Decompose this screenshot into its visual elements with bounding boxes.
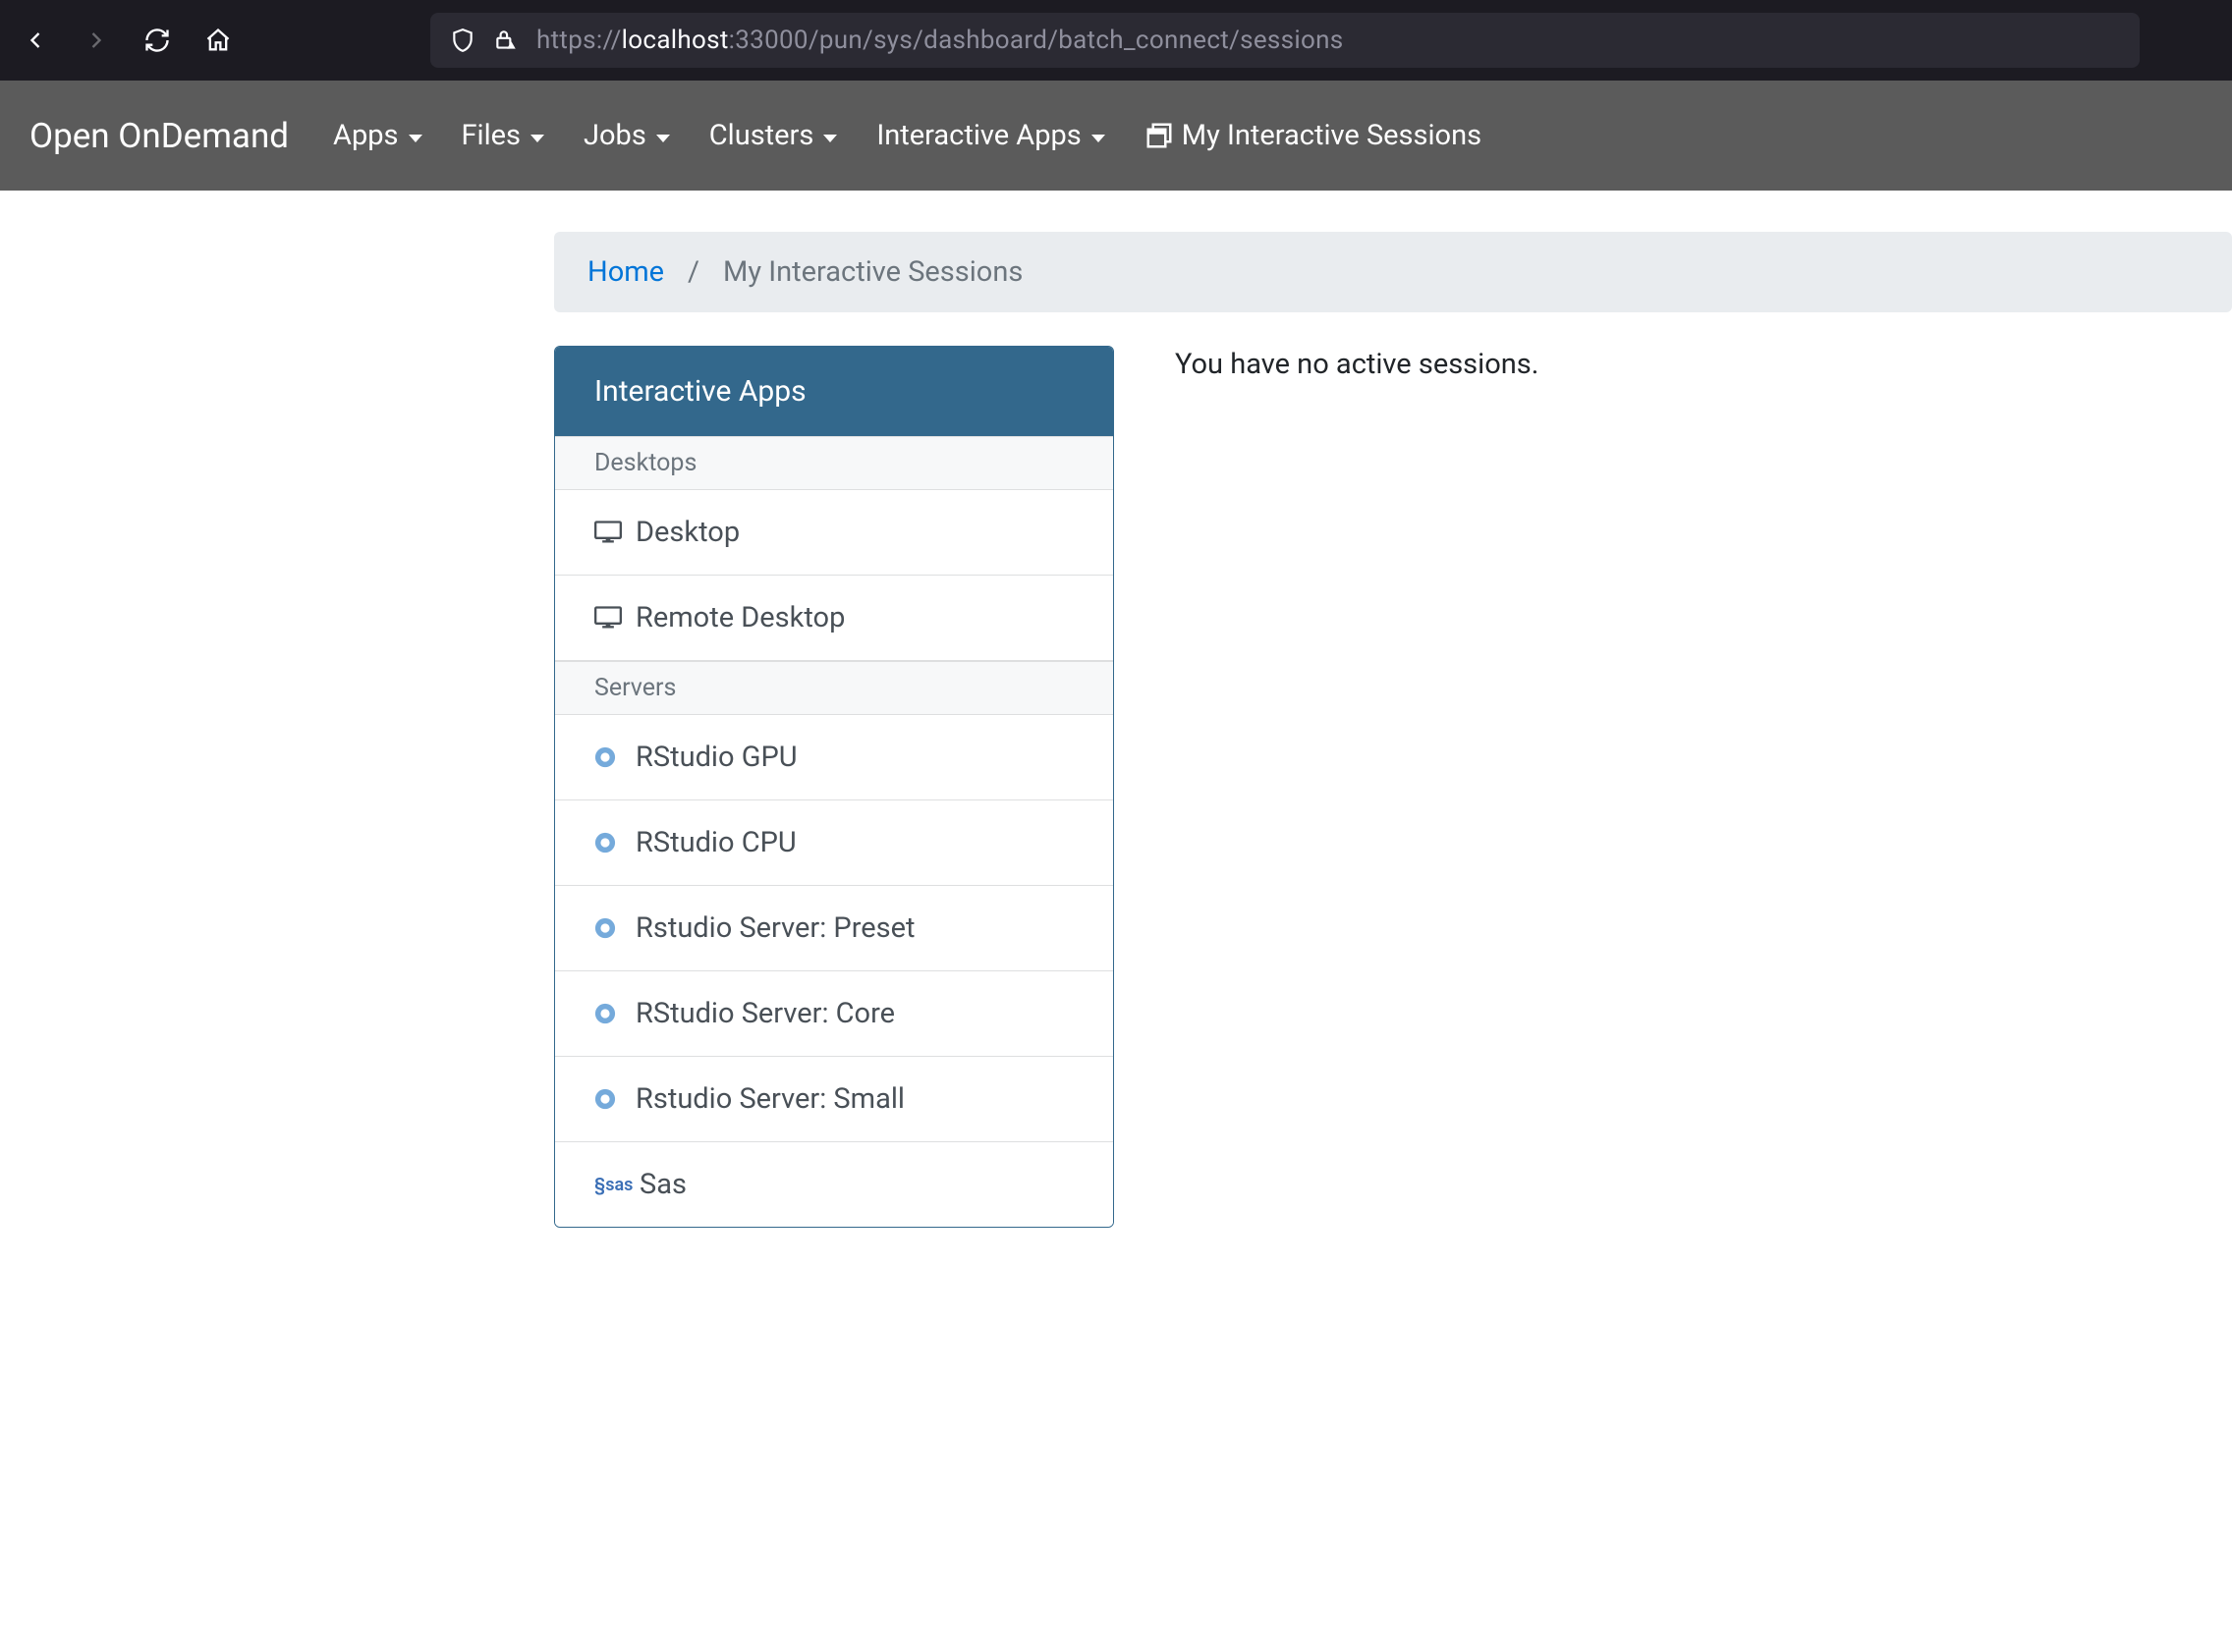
nav-my-sessions-label: My Interactive Sessions xyxy=(1182,119,1481,152)
sidebar-item-label: Remote Desktop xyxy=(636,601,845,634)
sidebar-item-label: RStudio GPU xyxy=(636,741,798,774)
sessions-area: You have no active sessions. xyxy=(1175,346,2232,1228)
lock-warning-icon xyxy=(493,28,519,53)
sidebar-item-rstudio-small[interactable]: Rstudio Server: Small xyxy=(555,1057,1113,1142)
shield-icon xyxy=(450,28,475,53)
desktop-icon xyxy=(594,521,624,544)
forward-icon[interactable] xyxy=(81,25,112,56)
app-navbar: Open OnDemand Apps Files Jobs Clusters I… xyxy=(0,81,2232,191)
nav-files[interactable]: Files xyxy=(462,119,544,152)
sidebar-item-label: Rstudio Server: Small xyxy=(636,1082,905,1116)
breadcrumb-current: My Interactive Sessions xyxy=(723,255,1023,289)
nav-jobs-label: Jobs xyxy=(584,119,646,152)
panel-header: Interactive Apps xyxy=(555,347,1113,436)
rstudio-icon xyxy=(594,832,624,854)
group-desktops: Desktops xyxy=(555,436,1113,490)
content: Home / My Interactive Sessions Interacti… xyxy=(0,191,2232,1228)
url-host: localhost xyxy=(622,26,729,55)
sas-icon: §sas xyxy=(594,1175,628,1195)
url-bar[interactable]: https://localhost:33000/pun/sys/dashboar… xyxy=(430,13,2140,68)
breadcrumb-separator: / xyxy=(688,255,699,289)
home-icon[interactable] xyxy=(202,25,234,56)
url-suffix: :33000/pun/sys/dashboard/batch_connect/s… xyxy=(729,26,1344,55)
group-servers: Servers xyxy=(555,661,1113,715)
chevron-down-icon xyxy=(823,135,837,142)
nav-files-label: Files xyxy=(462,119,521,152)
sidebar-item-label: RStudio Server: Core xyxy=(636,997,895,1030)
sidebar-item-label: Desktop xyxy=(636,516,740,549)
breadcrumb-home[interactable]: Home xyxy=(587,255,664,289)
sidebar-item-label: Sas xyxy=(640,1168,687,1201)
rstudio-icon xyxy=(594,1003,624,1024)
main-columns: Interactive Apps Desktops Desktop Remote… xyxy=(554,346,2232,1228)
rstudio-icon xyxy=(594,746,624,768)
no-sessions-message: You have no active sessions. xyxy=(1175,348,1538,381)
nav-clusters-label: Clusters xyxy=(709,119,814,152)
reload-icon[interactable] xyxy=(141,25,173,56)
breadcrumb: Home / My Interactive Sessions xyxy=(554,232,2232,312)
sidebar-item-desktop[interactable]: Desktop xyxy=(555,490,1113,576)
browser-nav-buttons xyxy=(20,25,234,56)
nav-my-sessions[interactable]: My Interactive Sessions xyxy=(1144,119,1481,152)
sidebar-item-rstudio-gpu[interactable]: RStudio GPU xyxy=(555,715,1113,800)
sidebar-item-label: Rstudio Server: Preset xyxy=(636,911,915,945)
sidebar-item-remote-desktop[interactable]: Remote Desktop xyxy=(555,576,1113,661)
sidebar-item-label: RStudio CPU xyxy=(636,826,797,859)
nav-clusters[interactable]: Clusters xyxy=(709,119,838,152)
chevron-down-icon xyxy=(530,135,544,142)
browser-toolbar: https://localhost:33000/pun/sys/dashboar… xyxy=(0,0,2232,81)
window-restore-icon xyxy=(1144,121,1174,150)
rstudio-icon xyxy=(594,917,624,939)
desktop-icon xyxy=(594,606,624,630)
app-brand[interactable]: Open OnDemand xyxy=(29,116,289,156)
url-prefix: https:// xyxy=(536,26,622,55)
rstudio-icon xyxy=(594,1088,624,1110)
nav-apps-label: Apps xyxy=(333,119,398,152)
chevron-down-icon xyxy=(1091,135,1105,142)
url-text: https://localhost:33000/pun/sys/dashboar… xyxy=(536,26,1343,55)
main-column: Home / My Interactive Sessions Interacti… xyxy=(554,232,2232,1228)
chevron-down-icon xyxy=(409,135,422,142)
left-gutter xyxy=(0,232,554,1228)
nav-interactive-apps-label: Interactive Apps xyxy=(876,119,1081,152)
interactive-apps-panel: Interactive Apps Desktops Desktop Remote… xyxy=(554,346,1114,1228)
nav-jobs[interactable]: Jobs xyxy=(584,119,670,152)
sidebar-item-rstudio-core[interactable]: RStudio Server: Core xyxy=(555,971,1113,1057)
sidebar-item-rstudio-cpu[interactable]: RStudio CPU xyxy=(555,800,1113,886)
nav-interactive-apps[interactable]: Interactive Apps xyxy=(876,119,1104,152)
back-icon[interactable] xyxy=(20,25,51,56)
nav-apps[interactable]: Apps xyxy=(333,119,421,152)
chevron-down-icon xyxy=(656,135,670,142)
sidebar-item-rstudio-preset[interactable]: Rstudio Server: Preset xyxy=(555,886,1113,971)
sidebar-item-sas[interactable]: §sas Sas xyxy=(555,1142,1113,1227)
